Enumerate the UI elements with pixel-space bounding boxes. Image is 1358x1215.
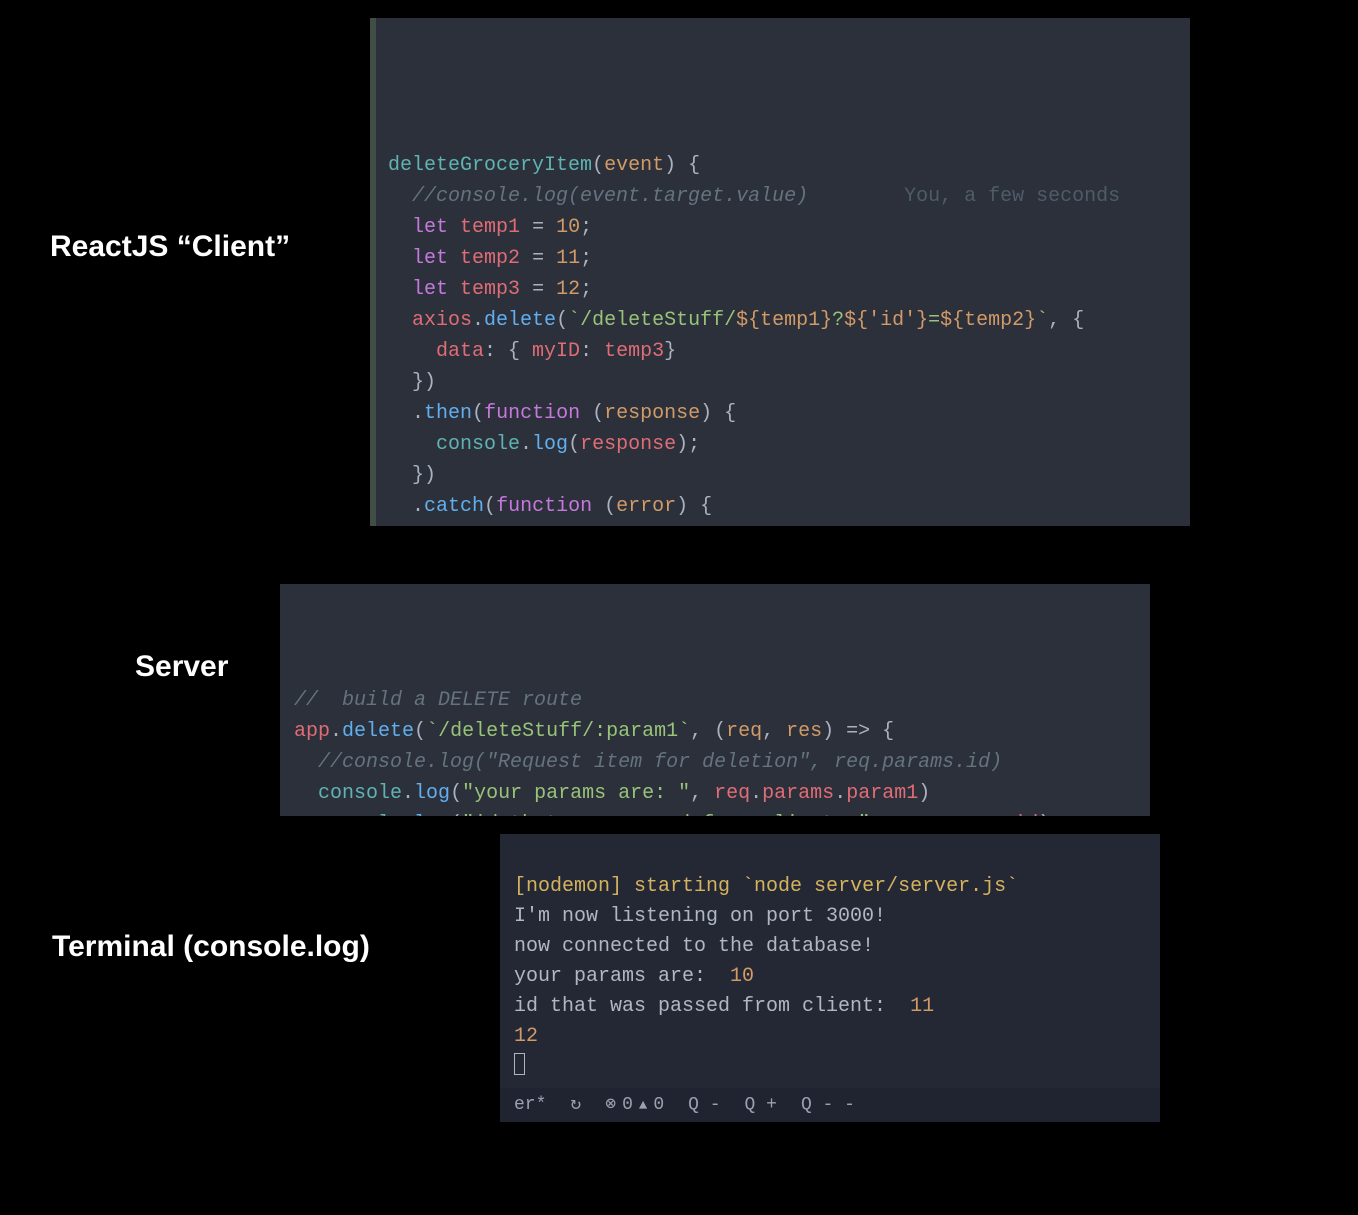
terminal-line: now connected to the database! — [514, 935, 874, 958]
branch-indicator[interactable]: er* — [514, 1092, 546, 1119]
terminal-line: your params are: 10 — [514, 965, 754, 988]
terminal-line: id that was passed from client: 11 — [514, 995, 934, 1018]
status-bar: er* 0 0 Q - Q + Q - - — [500, 1088, 1160, 1122]
client-code-pane[interactable]: deleteGroceryItem(event) { //console.log… — [370, 18, 1190, 526]
terminal-line: I'm now listening on port 3000! — [514, 905, 886, 928]
git-gutter — [370, 18, 376, 526]
status-q2[interactable]: Q + — [745, 1092, 777, 1119]
client-code: deleteGroceryItem(event) { //console.log… — [370, 111, 1190, 526]
server-code: // build a DELETE route app.delete(`/del… — [280, 646, 1150, 816]
sync-icon — [570, 1092, 581, 1119]
terminal-pane[interactable]: [nodemon] starting `node server/server.j… — [500, 834, 1160, 1122]
client-section-label: ReactJS “Client” — [50, 230, 290, 264]
server-code-pane[interactable]: // build a DELETE route app.delete(`/del… — [280, 584, 1150, 816]
problems-indicator[interactable]: 0 0 — [605, 1092, 664, 1119]
nodemon-line: [nodemon] starting `node server/server.j… — [514, 875, 1018, 898]
status-q3[interactable]: Q - - — [801, 1092, 855, 1119]
terminal-line: 12 — [514, 1025, 538, 1048]
error-icon — [605, 1092, 616, 1119]
terminal-cursor — [514, 1053, 525, 1075]
sync-button[interactable] — [570, 1092, 581, 1119]
terminal-section-label: Terminal (console.log) — [52, 930, 370, 964]
status-q1[interactable]: Q - — [688, 1092, 720, 1119]
server-section-label: Server — [135, 650, 228, 684]
warning-icon — [639, 1092, 647, 1119]
